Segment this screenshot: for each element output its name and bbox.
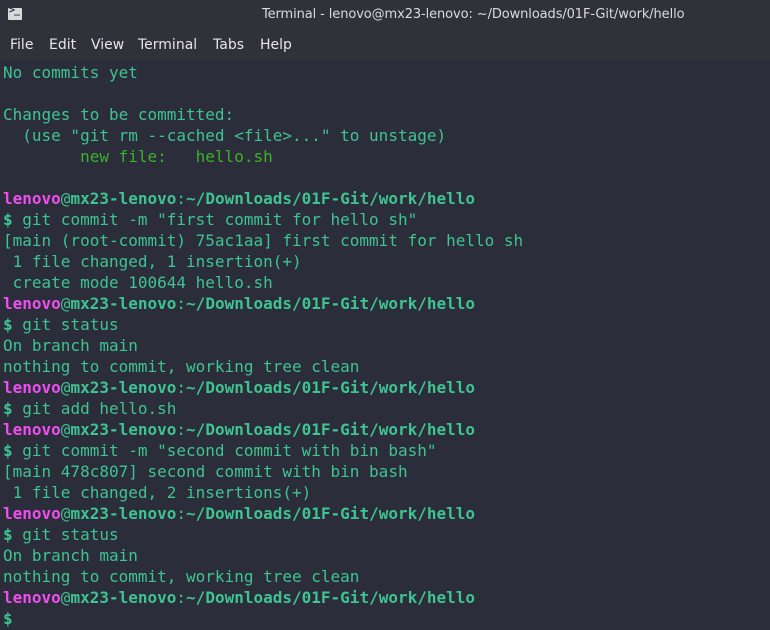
prompt-host: mx23-lenovo xyxy=(70,294,177,313)
prompt-path: ~/Downloads/01F-Git/work/hello xyxy=(186,294,476,313)
prompt-line: lenovo@mx23-lenovo:~/Downloads/01F-Git/w… xyxy=(3,188,475,209)
output-line: [main (root-commit) 75ac1aa] first commi… xyxy=(3,231,524,250)
prompt-dollar: $ xyxy=(3,315,13,334)
prompt-at: @ xyxy=(60,420,71,439)
prompt-at: @ xyxy=(60,504,71,523)
prompt-host: mx23-lenovo xyxy=(70,588,177,607)
title-bar[interactable]: >_ Terminal - lenovo@mx23-lenovo: ~/Down… xyxy=(0,0,770,30)
output-line: 1 file changed, 1 insertion(+) xyxy=(3,252,302,271)
prompt-at: @ xyxy=(60,378,71,397)
prompt-path: ~/Downloads/01F-Git/work/hello xyxy=(186,588,476,607)
output-line: Changes to be committed: xyxy=(3,105,235,124)
prompt-dollar: $ xyxy=(3,525,13,544)
command-line: $ git status xyxy=(3,524,119,545)
menu-edit[interactable]: Edit xyxy=(49,37,76,53)
prompt-colon: : xyxy=(176,189,187,208)
window-title: Terminal - lenovo@mx23-lenovo: ~/Downloa… xyxy=(262,7,685,22)
prompt-user: lenovo xyxy=(3,588,61,607)
staged-file-line: new file: hello.sh xyxy=(3,147,273,166)
prompt-line: lenovo@mx23-lenovo:~/Downloads/01F-Git/w… xyxy=(3,419,475,440)
menu-tabs[interactable]: Tabs xyxy=(213,37,244,53)
output-line: On branch main xyxy=(3,546,138,565)
prompt-colon: : xyxy=(176,378,187,397)
prompt-user: lenovo xyxy=(3,420,61,439)
active-command-line[interactable]: $ xyxy=(3,608,13,629)
prompt-colon: : xyxy=(176,504,187,523)
prompt-dollar: $ xyxy=(3,441,13,460)
output-line: [main 478c807] second commit with bin ba… xyxy=(3,462,408,481)
prompt-host: mx23-lenovo xyxy=(70,378,177,397)
terminal-icon: >_ xyxy=(8,5,22,20)
prompt-host: mx23-lenovo xyxy=(70,420,177,439)
output-line: create mode 100644 hello.sh xyxy=(3,273,273,292)
prompt-dollar: $ xyxy=(3,210,13,229)
menu-file[interactable]: File xyxy=(10,37,33,53)
output-line: nothing to commit, working tree clean xyxy=(3,357,360,376)
prompt-line: lenovo@mx23-lenovo:~/Downloads/01F-Git/w… xyxy=(3,503,475,524)
output-line: (use "git rm --cached <file>..." to unst… xyxy=(3,126,447,145)
prompt-at: @ xyxy=(60,588,71,607)
prompt-line: lenovo@mx23-lenovo:~/Downloads/01F-Git/w… xyxy=(3,293,475,314)
command-text: git status xyxy=(12,525,119,544)
prompt-dollar: $ xyxy=(3,399,13,418)
prompt-path: ~/Downloads/01F-Git/work/hello xyxy=(186,189,476,208)
prompt-at: @ xyxy=(60,294,71,313)
menu-terminal[interactable]: Terminal xyxy=(138,37,197,53)
command-text: git commit -m "first commit for hello sh… xyxy=(12,210,418,229)
prompt-dollar: $ xyxy=(3,609,13,628)
command-line: $ git commit -m "first commit for hello … xyxy=(3,209,417,230)
prompt-host: mx23-lenovo xyxy=(70,189,177,208)
prompt-user: lenovo xyxy=(3,294,61,313)
command-text: git add hello.sh xyxy=(12,399,177,418)
terminal-output[interactable]: No commits yet Changes to be committed: … xyxy=(0,60,770,630)
output-line: 1 file changed, 2 insertions(+) xyxy=(3,483,312,502)
command-line: $ git commit -m "second commit with bin … xyxy=(3,440,436,461)
menu-help[interactable]: Help xyxy=(260,37,292,53)
prompt-path: ~/Downloads/01F-Git/work/hello xyxy=(186,378,476,397)
prompt-path: ~/Downloads/01F-Git/work/hello xyxy=(186,504,476,523)
menu-bar: File Edit View Terminal Tabs Help xyxy=(0,30,770,60)
prompt-path: ~/Downloads/01F-Git/work/hello xyxy=(186,420,476,439)
prompt-user: lenovo xyxy=(3,504,61,523)
prompt-line: lenovo@mx23-lenovo:~/Downloads/01F-Git/w… xyxy=(3,377,475,398)
prompt-user: lenovo xyxy=(3,189,61,208)
prompt-line: lenovo@mx23-lenovo:~/Downloads/01F-Git/w… xyxy=(3,587,475,608)
command-text: git status xyxy=(12,315,119,334)
command-line: $ git add hello.sh xyxy=(3,398,176,419)
prompt-colon: : xyxy=(176,588,187,607)
menu-view[interactable]: View xyxy=(91,37,124,53)
terminal-window: >_ Terminal - lenovo@mx23-lenovo: ~/Down… xyxy=(0,0,770,630)
prompt-host: mx23-lenovo xyxy=(70,504,177,523)
command-text: git commit -m "second commit with bin ba… xyxy=(12,441,437,460)
output-line: No commits yet xyxy=(3,63,138,82)
prompt-colon: : xyxy=(176,294,187,313)
command-line: $ git status xyxy=(3,314,119,335)
prompt-at: @ xyxy=(60,189,71,208)
output-line: nothing to commit, working tree clean xyxy=(3,567,360,586)
prompt-user: lenovo xyxy=(3,378,61,397)
prompt-colon: : xyxy=(176,420,187,439)
output-line: On branch main xyxy=(3,336,138,355)
